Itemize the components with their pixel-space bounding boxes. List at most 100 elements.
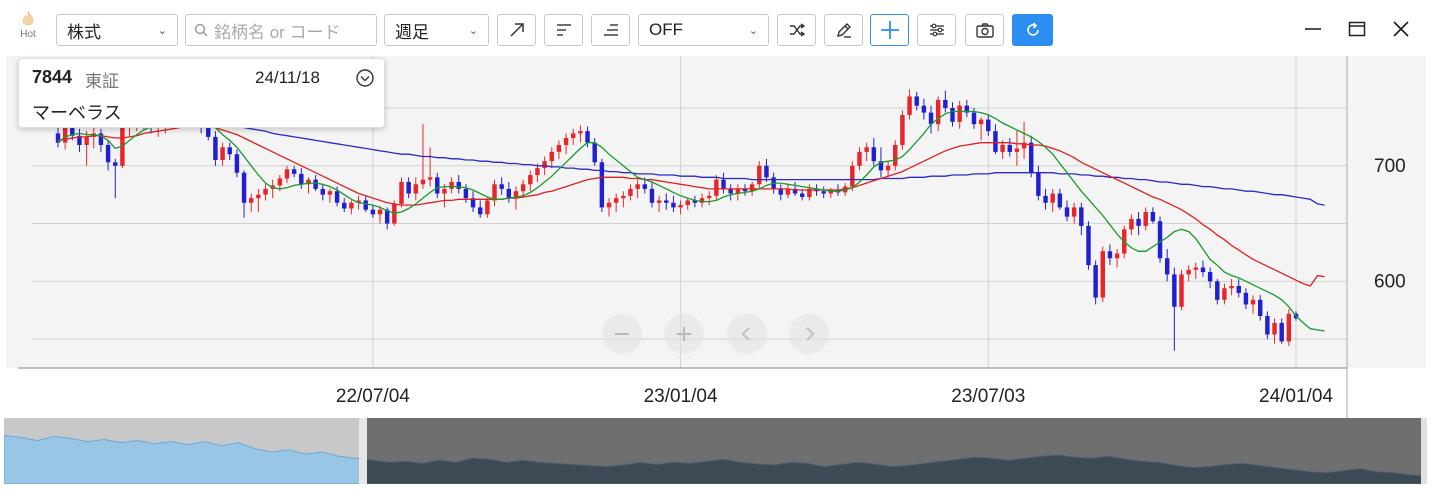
- close-button[interactable]: [1388, 16, 1414, 42]
- minimize-button[interactable]: [1300, 16, 1326, 42]
- refresh-button[interactable]: [1012, 14, 1053, 46]
- stock-code: 7844: [32, 67, 73, 87]
- scroll-left-button[interactable]: [727, 314, 767, 354]
- candle-body: [864, 147, 869, 152]
- candle-body: [463, 188, 469, 199]
- y-tick-label: 600: [1374, 271, 1406, 292]
- navigator-handle[interactable]: [359, 418, 367, 484]
- maximize-button[interactable]: [1344, 16, 1370, 42]
- candle-body: [1215, 281, 1220, 300]
- candle-body: [935, 99, 941, 125]
- candle-body: [1057, 193, 1063, 208]
- candle: [599, 158, 605, 212]
- candle: [1286, 309, 1292, 347]
- candle-body: [291, 169, 297, 174]
- candle-body: [1000, 144, 1005, 152]
- candle: [900, 110, 905, 150]
- candle-body: [578, 131, 583, 134]
- candle-body: [1157, 221, 1163, 259]
- indicator-select[interactable]: OFF ⌄: [638, 14, 769, 46]
- candle-body: [592, 142, 597, 163]
- candle-body: [1143, 212, 1148, 226]
- candle-body: [284, 169, 290, 179]
- range-navigator[interactable]: [4, 418, 1427, 484]
- chevron-down-circle-icon[interactable]: [355, 68, 375, 88]
- shuffle-icon: [789, 23, 805, 37]
- settings-button[interactable]: [917, 14, 956, 46]
- candle-body: [821, 191, 826, 194]
- navigator-handle-right[interactable]: [1421, 418, 1427, 484]
- candle-body: [978, 119, 984, 125]
- candle: [1100, 246, 1106, 303]
- period-select[interactable]: 週足 ⌄: [384, 14, 489, 46]
- search-placeholder: 銘柄名 or コード: [214, 22, 341, 42]
- candle-body: [227, 147, 232, 155]
- candle-body: [943, 99, 948, 108]
- candle-body: [1150, 212, 1156, 222]
- maximize-icon: [1348, 21, 1366, 37]
- candle-body: [399, 181, 404, 204]
- candle-body: [485, 200, 490, 215]
- candle-body: [1114, 253, 1120, 259]
- hot-button[interactable]: Hot: [14, 10, 42, 40]
- candle-body: [84, 136, 89, 145]
- candle-body: [800, 193, 805, 197]
- candle-body: [542, 161, 547, 169]
- candle-body: [885, 165, 891, 171]
- candle-body: [299, 173, 304, 185]
- candle-body: [248, 198, 254, 203]
- candle-body: [642, 184, 648, 189]
- hot-label: Hot: [20, 29, 36, 40]
- search-input[interactable]: 銘柄名 or コード: [185, 14, 377, 46]
- candle-body: [1179, 274, 1184, 307]
- candle-body: [721, 179, 726, 189]
- scroll-right-button[interactable]: [789, 314, 829, 354]
- screenshot-button[interactable]: [965, 14, 1004, 46]
- candle-body: [1071, 207, 1077, 217]
- candle-body: [1136, 218, 1141, 226]
- candle-body: [1243, 292, 1249, 305]
- candle-body: [1272, 322, 1277, 335]
- candle-body: [571, 133, 576, 139]
- candle-body: [556, 144, 562, 152]
- candle-body: [900, 114, 905, 145]
- candle-body: [370, 209, 376, 215]
- trendline-button[interactable]: [497, 14, 536, 46]
- candle-body: [714, 179, 719, 196]
- candle-body: [327, 191, 333, 195]
- y-tick-label: 700: [1374, 156, 1406, 177]
- candle-body: [427, 177, 433, 180]
- candle-body: [320, 188, 325, 195]
- zoom-in-button[interactable]: [664, 314, 704, 354]
- compare-button[interactable]: [777, 14, 816, 46]
- candle-body: [449, 181, 454, 189]
- candle-body: [671, 202, 676, 208]
- candle-body: [585, 131, 590, 143]
- candle-body: [477, 207, 483, 215]
- candle-body: [520, 184, 526, 192]
- chevron-down-icon: ⌄: [468, 24, 478, 37]
- x-tick-label: 22/07/04: [336, 386, 410, 407]
- candle-body: [1286, 313, 1292, 342]
- draw-button[interactable]: [824, 14, 863, 46]
- camera-icon: [975, 23, 994, 38]
- candle-body: [406, 181, 411, 194]
- candle-body: [857, 151, 862, 166]
- candle-body: [256, 194, 261, 199]
- sliders-icon: [929, 23, 944, 37]
- candle-body: [656, 200, 662, 203]
- candle-body: [628, 188, 633, 196]
- instrument-type-select[interactable]: 株式 ⌄: [56, 14, 178, 46]
- crosshair-button[interactable]: [870, 14, 909, 46]
- candle-body: [1229, 285, 1234, 289]
- candle-body: [706, 195, 712, 199]
- candle-body: [850, 165, 855, 187]
- candle-body: [413, 184, 419, 194]
- align-left-button[interactable]: [544, 14, 583, 46]
- align-right-button[interactable]: [591, 14, 630, 46]
- candle-body: [1007, 144, 1012, 152]
- zoom-out-button[interactable]: [602, 314, 642, 354]
- candle-body: [1222, 288, 1227, 300]
- candle-body: [234, 154, 240, 173]
- candle-body: [1043, 195, 1048, 203]
